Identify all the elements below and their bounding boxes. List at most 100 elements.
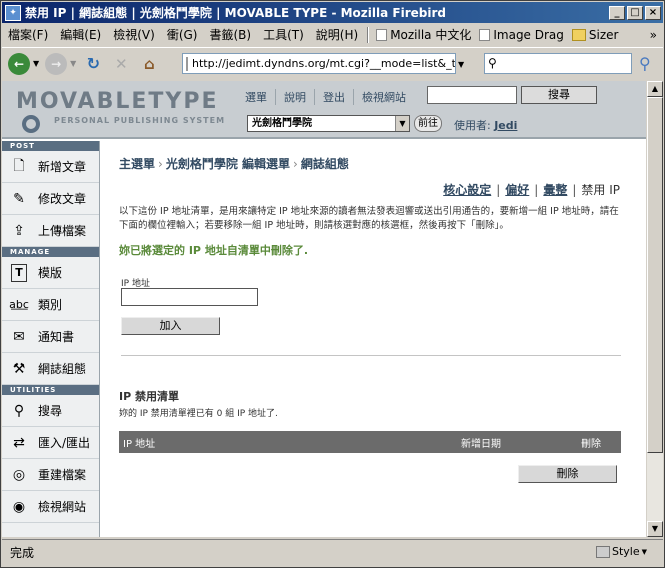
search-engine-icon[interactable]: ⚲ (488, 56, 497, 70)
menu-edit[interactable]: 編輯(E) (54, 26, 107, 43)
close-button[interactable]: × (645, 5, 661, 20)
breadcrumb-main-menu[interactable]: 主選單 (119, 157, 155, 171)
scrollbar-thumb[interactable] (647, 97, 663, 453)
sidebar-item-rebuild[interactable]: ◎ 重建檔案 (2, 459, 99, 491)
scroll-down-arrow-icon[interactable]: ▼ (647, 521, 663, 537)
menu-view[interactable]: 檢視(V) (107, 26, 161, 43)
tools-icon: ⚒ (12, 360, 26, 377)
user-label: 使用者: (454, 119, 491, 132)
column-ip-address: IP 地址 (123, 438, 156, 450)
browser-window: ✦ 禁用 IP | 網誌組態 | 光劍格鬥學院 | MOVABLE TYPE -… (0, 0, 665, 568)
sidebar-item-templates[interactable]: T 模版 (2, 257, 99, 289)
ban-list-summary: 妳的 IP 禁用清單裡已有 0 組 IP 地址了. (119, 409, 278, 419)
add-button[interactable]: 加入 (121, 317, 220, 335)
blog-select[interactable]: 光劍格鬥學院 ▼ (247, 115, 410, 132)
ip-address-input[interactable] (121, 288, 258, 306)
window-title: 禁用 IP | 網誌組態 | 光劍格鬥學院 | MOVABLE TYPE - M… (25, 6, 446, 20)
sidebar-item-view-site[interactable]: ◉ 檢視網站 (2, 491, 99, 523)
bookmarks-overflow-chevron-icon[interactable]: » (644, 28, 663, 42)
sidebar-item-search[interactable]: ⚲ 搜尋 (2, 395, 99, 427)
help-link[interactable]: 說明 (276, 89, 315, 105)
menu-go[interactable]: 衝(G) (161, 26, 204, 43)
style-switcher[interactable]: Style ▼ (596, 545, 647, 558)
web-search-input[interactable]: ⚲ (484, 53, 632, 74)
page-icon (479, 28, 491, 41)
back-dropdown-icon[interactable]: ▼ (33, 59, 39, 68)
logout-link[interactable]: 登出 (315, 89, 354, 105)
minimize-button[interactable]: _ (609, 5, 625, 20)
column-delete: 刪除 (581, 438, 601, 450)
bookmark-sizer[interactable]: Sizer (568, 28, 623, 42)
delete-button[interactable]: 刪除 (518, 465, 617, 483)
logo-title: MOVABLETYPE (16, 89, 219, 114)
vertical-scrollbar[interactable]: ▲ ▼ (647, 81, 663, 537)
logo-subtitle: PERSONAL PUBLISHING SYSTEM (54, 116, 226, 125)
success-message: 妳已將選定的 IP 地址自清單中刪除了. (119, 244, 308, 257)
breadcrumb-blog-menu[interactable]: 光劍格鬥學院 編輯選單 (166, 157, 290, 171)
home-icon[interactable]: ⌂ (138, 53, 160, 75)
gear-logo-icon (22, 115, 40, 133)
mt-search-button[interactable]: 搜尋 (521, 86, 597, 104)
ban-list-title: IP 禁用清單 (119, 390, 179, 403)
scroll-up-arrow-icon[interactable]: ▲ (647, 81, 663, 97)
menu-tools[interactable]: 工具(T) (257, 26, 310, 43)
forward-dropdown-icon[interactable]: ▼ (70, 59, 76, 68)
sidebar-item-categories[interactable]: a͟b͟c 類別 (2, 289, 99, 321)
title-bar: ✦ 禁用 IP | 網誌組態 | 光劍格鬥學院 | MOVABLE TYPE -… (2, 2, 663, 23)
throbber-icon: ⚲ (639, 54, 651, 73)
back-arrow-icon[interactable]: ← (8, 52, 30, 75)
tab-ip-banning: 禁用 IP (581, 183, 620, 197)
go-button[interactable]: 前往 (414, 115, 442, 132)
menu-file[interactable]: 檔案(F) (2, 26, 54, 43)
sidebar-item-label: 匯入/匯出 (38, 436, 91, 450)
tab-core-setup[interactable]: 核心設定 (443, 183, 491, 197)
bookmark-label: Image Drag (493, 27, 564, 42)
sidebar: POST 🗋 新增文章 ✎ 修改文章 ⇪ 上傳檔案 MANAGE T 模版 a͟… (2, 141, 100, 537)
maximize-button[interactable]: □ (627, 5, 643, 20)
menu-help[interactable]: 說明(H) (310, 26, 364, 43)
sidebar-item-edit-entries[interactable]: ✎ 修改文章 (2, 183, 99, 215)
chevron-down-icon[interactable]: ▼ (395, 116, 409, 131)
eye-icon: ◉ (12, 498, 26, 515)
bookmark-label: Sizer (588, 27, 619, 42)
menu-bookmarks[interactable]: 書籤(B) (203, 26, 257, 43)
tab-preferences[interactable]: 偏好 (505, 183, 529, 197)
folder-icon (571, 28, 586, 41)
view-site-link[interactable]: 檢視網站 (354, 89, 414, 105)
page-description: 以下這份 IP 地址清單，是用來讓特定 IP 地址來源的讀者無法發表迴響或送出引… (119, 206, 619, 231)
menu-link[interactable]: 選單 (237, 89, 276, 105)
forward-arrow-icon[interactable]: → (45, 52, 68, 75)
bookmark-image-drag[interactable]: Image Drag (475, 28, 568, 42)
sidebar-item-new-entry[interactable]: 🗋 新增文章 (2, 151, 99, 183)
tab-divider: | (496, 183, 501, 197)
sidebar-item-import-export[interactable]: ⇄ 匯入/匯出 (2, 427, 99, 459)
url-dropdown-icon[interactable]: ▼ (458, 60, 464, 69)
breadcrumb: 主選單 › 光劍格鬥學院 編輯選單 › 網誌組態 (119, 155, 349, 172)
mt-search-input[interactable] (427, 86, 517, 104)
column-date-added: 新增日期 (461, 438, 501, 450)
tab-divider: | (572, 183, 577, 197)
bookmark-mozilla-chinese[interactable]: Mozilla 中文化 (372, 26, 475, 43)
mt-header: MOVABLETYPE PERSONAL PUBLISHING SYSTEM 選… (2, 81, 646, 139)
user-link[interactable]: Jedi (494, 119, 517, 132)
sidebar-item-label: 模版 (38, 266, 63, 280)
breadcrumb-current: 網誌組態 (300, 157, 349, 171)
envelope-icon: ✉ (13, 328, 25, 345)
rebuild-icon: ◎ (12, 466, 26, 483)
top-navigation: 選單 說明 登出 檢視網站 (237, 89, 414, 105)
blog-select-value: 光劍格鬥學院 (252, 118, 312, 129)
breadcrumb-separator: › (158, 157, 163, 171)
sidebar-item-weblog-config[interactable]: ⚒ 網誌組態 (2, 353, 99, 385)
address-bar[interactable]: http://jedimt.dyndns.org/mt.cgi?__mode=l… (182, 53, 456, 74)
sidebar-item-upload-file[interactable]: ⇪ 上傳檔案 (2, 215, 99, 247)
style-sheet-icon (596, 545, 610, 558)
bookmark-label: Mozilla 中文化 (390, 28, 472, 42)
stop-icon[interactable]: ✕ (110, 53, 132, 75)
tab-archiving[interactable]: 彙整 (543, 183, 567, 197)
sidebar-item-label: 新增文章 (38, 160, 87, 174)
page-icon (186, 56, 188, 71)
firebird-app-icon: ✦ (5, 4, 21, 21)
style-label: Style (612, 545, 640, 558)
sidebar-item-notifications[interactable]: ✉ 通知書 (2, 321, 99, 353)
reload-icon[interactable]: ↻ (82, 53, 104, 75)
